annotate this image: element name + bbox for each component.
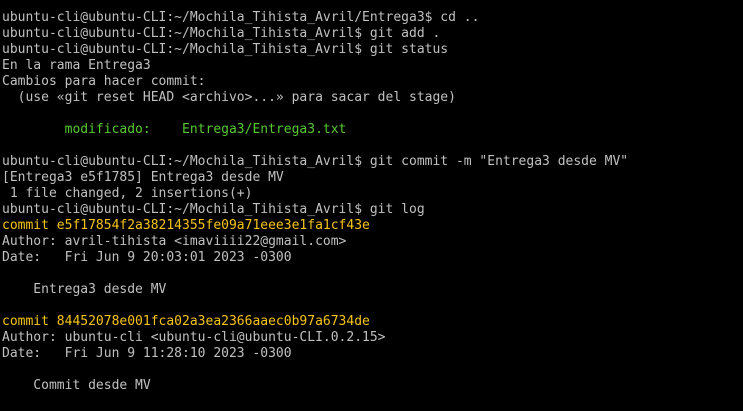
terminal-line: ubuntu-cli@ubuntu-CLI:~/Mochila_Tihista_… [2,10,480,25]
commit-author-line: Author: ubuntu-cli <ubuntu-cli@ubuntu-CL… [2,330,386,345]
terminal-line: En la rama Entrega3 [2,58,151,73]
commit-author-line: Author: avril-tihista <imaviiii22@gmail.… [2,234,347,249]
commit-date-line: Date: Fri Jun 9 20:03:01 2023 -0300 [2,250,292,265]
terminal-line: ubuntu-cli@ubuntu-CLI:~/Mochila_Tihista_… [2,42,449,57]
commit-message-line: Entrega3 desde MV [2,282,167,297]
terminal-line: Cambios para hacer commit: [2,74,206,89]
terminal-line: 1 file changed, 2 insertions(+) [2,186,253,201]
commit-message-line: Commit desde MV [2,378,151,393]
commit-hash-line: commit 84452078e001fca02a3ea2366aaec0b97… [2,314,370,329]
modified-file-line: modificado: Entrega3/Entrega3.txt [2,122,347,137]
commit-date-line: Date: Fri Jun 9 11:28:10 2023 -0300 [2,346,292,361]
terminal-window[interactable]: ubuntu-cli@ubuntu-CLI:~/Mochila_Tihista_… [0,0,743,411]
terminal-line: [Entrega3 e5f1785] Entrega3 desde MV [2,170,284,185]
commit-hash-line: commit e5f17854f2a38214355fe09a71eee3e1f… [2,218,370,233]
terminal-line: ubuntu-cli@ubuntu-CLI:~/Mochila_Tihista_… [2,154,629,169]
terminal-line: ubuntu-cli@ubuntu-CLI:~/Mochila_Tihista_… [2,26,441,41]
terminal-line: ubuntu-cli@ubuntu-CLI:~/Mochila_Tihista_… [2,202,425,217]
terminal-line: (use «git reset HEAD <archivo>...» para … [2,90,456,105]
